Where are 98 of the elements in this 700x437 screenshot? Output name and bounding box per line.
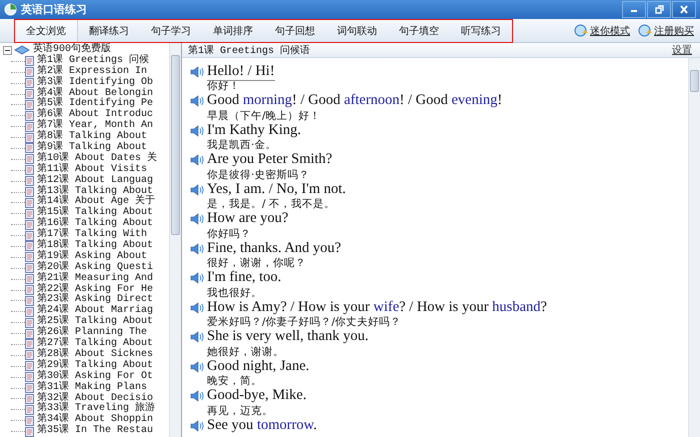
globe-icon (574, 24, 588, 37)
speaker-icon[interactable] (190, 184, 204, 196)
document-icon (25, 89, 34, 99)
tab[interactable]: 单词排序 (202, 20, 264, 42)
document-icon (25, 198, 34, 208)
toolbar-link[interactable]: 迷你模式 (574, 24, 630, 38)
english-sentence[interactable]: How is Amy? / How is your wife? / How is your husband? (207, 298, 547, 316)
speaker-icon[interactable] (190, 331, 204, 343)
document-icon (25, 220, 34, 230)
english-sentence[interactable]: Yes, I am. / No, I'm not. (207, 180, 346, 198)
chinese-translation: 爱米好吗？/你妻子好吗？/你丈夫好吗？ (207, 317, 402, 328)
scrollbar[interactable] (688, 58, 700, 437)
chinese-translation: 我也很好。 (207, 288, 262, 298)
english-sentence[interactable]: I'm Kathy King. (207, 122, 302, 140)
document-icon (25, 350, 34, 360)
tab[interactable]: 词句联动 (326, 20, 388, 42)
document-icon (25, 394, 34, 404)
chinese-translation: 你好吗？ (207, 228, 251, 239)
document-icon (25, 416, 34, 426)
document-icon (25, 78, 34, 88)
document-icon (25, 110, 34, 121)
tab[interactable]: 句子回想 (264, 20, 326, 42)
document-icon (25, 285, 34, 296)
speaker-icon[interactable] (190, 95, 204, 107)
tab[interactable]: 句子填空 (388, 20, 450, 42)
chinese-translation: 你好！ (207, 81, 240, 92)
document-icon (25, 383, 34, 394)
document-icon (25, 274, 34, 284)
english-sentence[interactable]: I'm fine, too. (207, 269, 282, 287)
document-icon (25, 426, 34, 437)
collapse-icon[interactable] (3, 46, 12, 55)
document-icon (25, 122, 34, 132)
document-icon (25, 56, 34, 66)
document-icon (25, 230, 34, 241)
document-icon (25, 165, 34, 176)
document-icon (25, 296, 34, 306)
document-icon (25, 154, 34, 164)
document-icon (25, 67, 34, 78)
chinese-translation: 是，我是。/ 不，我不是。 (207, 199, 335, 210)
speaker-icon[interactable] (190, 242, 204, 254)
chinese-translation: 你是彼得·史密斯吗？ (207, 170, 310, 180)
english-sentence[interactable]: Hello! / Hi! (207, 62, 275, 80)
speaker-icon[interactable] (190, 390, 204, 402)
english-sentence[interactable]: Are you Peter Smith? (207, 151, 332, 169)
document-icon (25, 328, 34, 339)
english-sentence[interactable]: Good night, Jane. (207, 358, 310, 376)
restore-icon (653, 4, 665, 15)
lesson-title: 第1课 Greetings 问候语 (188, 44, 312, 57)
speaker-icon[interactable] (190, 124, 204, 136)
speaker-icon[interactable] (190, 154, 204, 166)
tab[interactable]: 听写练习 (450, 20, 512, 42)
restore-button[interactable] (647, 1, 671, 18)
speaker-icon[interactable] (190, 360, 204, 372)
chinese-translation: 很好，谢谢，你呢？ (207, 258, 306, 268)
document-icon (25, 176, 34, 186)
document-icon (25, 252, 34, 262)
document-icon (25, 372, 34, 382)
english-sentence[interactable]: How are you? (207, 210, 288, 228)
document-icon (25, 241, 34, 252)
english-sentence[interactable]: See you tomorrow. (207, 416, 317, 434)
minimize-button[interactable] (622, 1, 646, 18)
close-icon (678, 4, 690, 15)
document-icon (25, 339, 34, 350)
document-icon (25, 132, 34, 143)
window-title: 英语口语练习 (21, 2, 88, 17)
english-sentence[interactable]: Fine, thanks. And you? (207, 240, 342, 258)
tree-item[interactable]: 第35课 In The Restau (37, 426, 154, 437)
tab[interactable]: 全文浏览 (15, 20, 78, 42)
speaker-icon[interactable] (190, 213, 204, 225)
document-icon (25, 318, 34, 328)
tab[interactable]: 翻译练习 (78, 20, 140, 42)
chinese-translation: 再见，迈克。 (207, 406, 273, 416)
document-icon (25, 263, 34, 274)
document-icon (25, 404, 34, 415)
document-icon (25, 306, 34, 317)
document-icon (25, 361, 34, 372)
speaker-icon[interactable] (190, 66, 204, 78)
english-sentence[interactable]: Good morning! / Good afternoon! / Good evening! (207, 92, 502, 110)
scrollbar[interactable] (169, 43, 181, 437)
speaker-icon[interactable] (190, 272, 204, 284)
english-sentence[interactable]: She is very well, thank you. (207, 328, 368, 346)
document-icon (25, 187, 34, 198)
app-icon (4, 3, 17, 16)
globe-icon (638, 24, 652, 37)
toolbar-link[interactable]: 注册购买 (638, 24, 694, 38)
english-sentence[interactable]: Good-bye, Mike. (207, 387, 306, 405)
speaker-icon[interactable] (190, 420, 204, 432)
close-button[interactable] (672, 1, 696, 18)
document-icon (25, 143, 34, 154)
document-icon (25, 208, 34, 219)
speaker-icon[interactable] (190, 302, 204, 314)
chinese-translation: 她很好，谢谢。 (207, 346, 284, 357)
settings-link[interactable]: 设置 (672, 43, 692, 57)
chinese-translation: 我是凯西·金。 (207, 140, 276, 150)
chinese-translation: 早晨（下午/晚上）好！ (207, 110, 321, 121)
document-icon (25, 100, 34, 110)
tab[interactable]: 句子学习 (140, 20, 202, 42)
chinese-translation: 晚安，简。 (207, 376, 262, 386)
